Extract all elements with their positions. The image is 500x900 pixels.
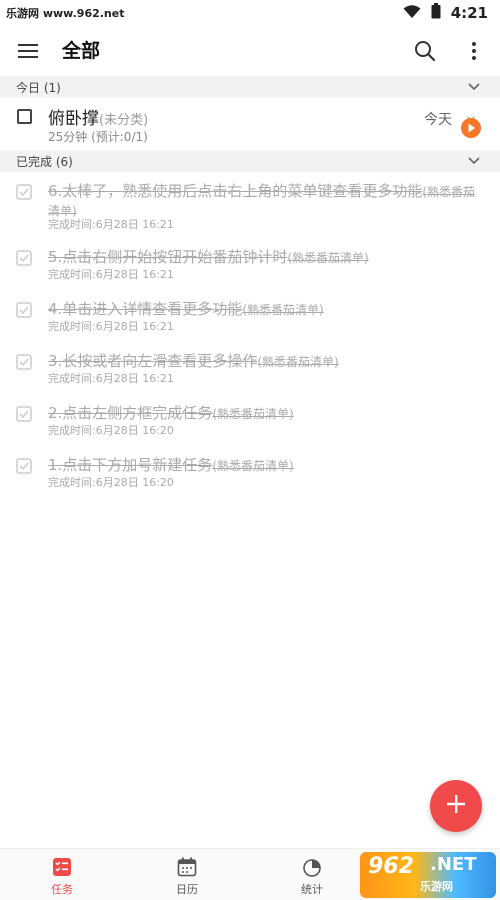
done-task-category: (熟悉番茄清单) <box>212 407 294 421</box>
chevron-down-icon[interactable] <box>466 153 482 169</box>
done-task-category: (熟悉番茄清单) <box>287 251 369 265</box>
done-task-time: 完成时间:6月28日 16:21 <box>48 218 174 231</box>
nav-label: 日历 <box>176 883 198 896</box>
task-checkbox[interactable] <box>17 109 32 124</box>
section-header-label: 已完成 (6) <box>16 154 73 169</box>
nav-item-calendar[interactable]: 日历 <box>137 849 237 900</box>
task-due: 今天 <box>424 112 452 128</box>
watermark-number: 962 <box>368 854 414 879</box>
done-task-row[interactable]: 3.长按或者向左滑查看更多操作(熟悉番茄清单) 完成时间:6月28日 16:21 <box>0 344 500 388</box>
tomato-timer-icon[interactable] <box>460 112 482 138</box>
done-task-time: 完成时间:6月28日 16:21 <box>48 268 174 281</box>
done-task-time: 完成时间:6月28日 16:20 <box>48 424 174 437</box>
add-task-button[interactable] <box>430 780 482 832</box>
done-task-row[interactable]: 6.太棒了，熟悉使用后点击右上角的菜单键查看更多功能(熟悉番茄清单) 完成时间:… <box>0 174 500 231</box>
task-title: 俯卧撑 <box>48 109 99 129</box>
task-list-icon <box>52 857 72 877</box>
done-task-title: 3.长按或者向左滑查看更多操作 <box>48 352 258 370</box>
check-icon[interactable] <box>16 406 32 422</box>
done-task-row[interactable]: 1.点击下方加号新建任务(熟悉番茄清单) 完成时间:6月28日 16:20 <box>0 448 500 492</box>
done-task-title: 4.单击进入详情查看更多功能 <box>48 300 243 318</box>
done-task-row[interactable]: 2.点击左侧方框完成任务(熟悉番茄清单) 完成时间:6月28日 16:20 <box>0 396 500 440</box>
watermark-suffix: .NET <box>430 854 477 875</box>
check-icon[interactable] <box>16 302 32 318</box>
done-task-time: 完成时间:6月28日 16:21 <box>48 372 174 385</box>
done-task-title: 6.太棒了，熟悉使用后点击右上角的菜单键查看更多功能 <box>48 182 423 200</box>
done-task-category: (熟悉番茄清单) <box>257 355 339 369</box>
nav-label: 任务 <box>51 883 73 896</box>
task-category: (未分类) <box>99 113 149 128</box>
section-header-label: 今日 (1) <box>16 80 61 95</box>
watermark-logo: 962 .NET 乐游网 <box>360 852 496 898</box>
plus-icon <box>446 794 466 818</box>
battery-icon <box>431 3 441 23</box>
done-task-time: 完成时间:6月28日 16:21 <box>48 320 174 333</box>
watermark-site: 乐游网 <box>420 880 453 893</box>
page-title: 全部 <box>62 40 101 62</box>
menu-icon[interactable] <box>14 39 42 63</box>
done-task-row[interactable]: 5.点击右侧开始按钮开始番茄钟计时(熟悉番茄清单) 完成时间:6月28日 16:… <box>0 240 500 284</box>
check-icon[interactable] <box>16 250 32 266</box>
status-source-text: 乐游网 www.962.net <box>6 7 125 20</box>
check-icon[interactable] <box>16 354 32 370</box>
nav-item-statistics[interactable]: 统计 <box>262 849 362 900</box>
status-time: 4:21 <box>450 4 488 22</box>
done-task-time: 完成时间:6月28日 16:20 <box>48 476 174 489</box>
more-vert-icon[interactable] <box>462 37 486 65</box>
check-icon[interactable] <box>16 458 32 474</box>
done-task-category: (熟悉番茄清单) <box>212 459 294 473</box>
done-task-title: 1.点击下方加号新建任务 <box>48 456 213 474</box>
app-bar: 全部 <box>0 26 500 76</box>
chevron-down-icon[interactable] <box>466 79 482 95</box>
section-header-today[interactable]: 今日 (1) <box>0 76 500 98</box>
task-subtitle: 25分钟 (预计:0/1) <box>48 130 148 144</box>
section-header-done[interactable]: 已完成 (6) <box>0 150 500 172</box>
done-task-category: (熟悉番茄清单) <box>242 303 324 317</box>
task-row[interactable]: 俯卧撑(未分类) 25分钟 (预计:0/1) 今天 <box>0 98 500 150</box>
done-task-title: 5.点击右侧开始按钮开始番茄钟计时 <box>48 248 288 266</box>
nav-item-tasks[interactable]: 任务 <box>12 849 112 900</box>
wifi-icon <box>403 4 421 23</box>
calendar-icon <box>177 857 197 877</box>
pie-chart-icon <box>302 857 322 877</box>
check-icon[interactable] <box>16 184 32 200</box>
status-bar: 乐游网 www.962.net 4:21 <box>0 0 500 26</box>
done-task-row[interactable]: 4.单击进入详情查看更多功能(熟悉番茄清单) 完成时间:6月28日 16:21 <box>0 292 500 336</box>
nav-label: 统计 <box>301 883 323 896</box>
done-task-title: 2.点击左侧方框完成任务 <box>48 404 213 422</box>
search-icon[interactable] <box>410 37 440 65</box>
